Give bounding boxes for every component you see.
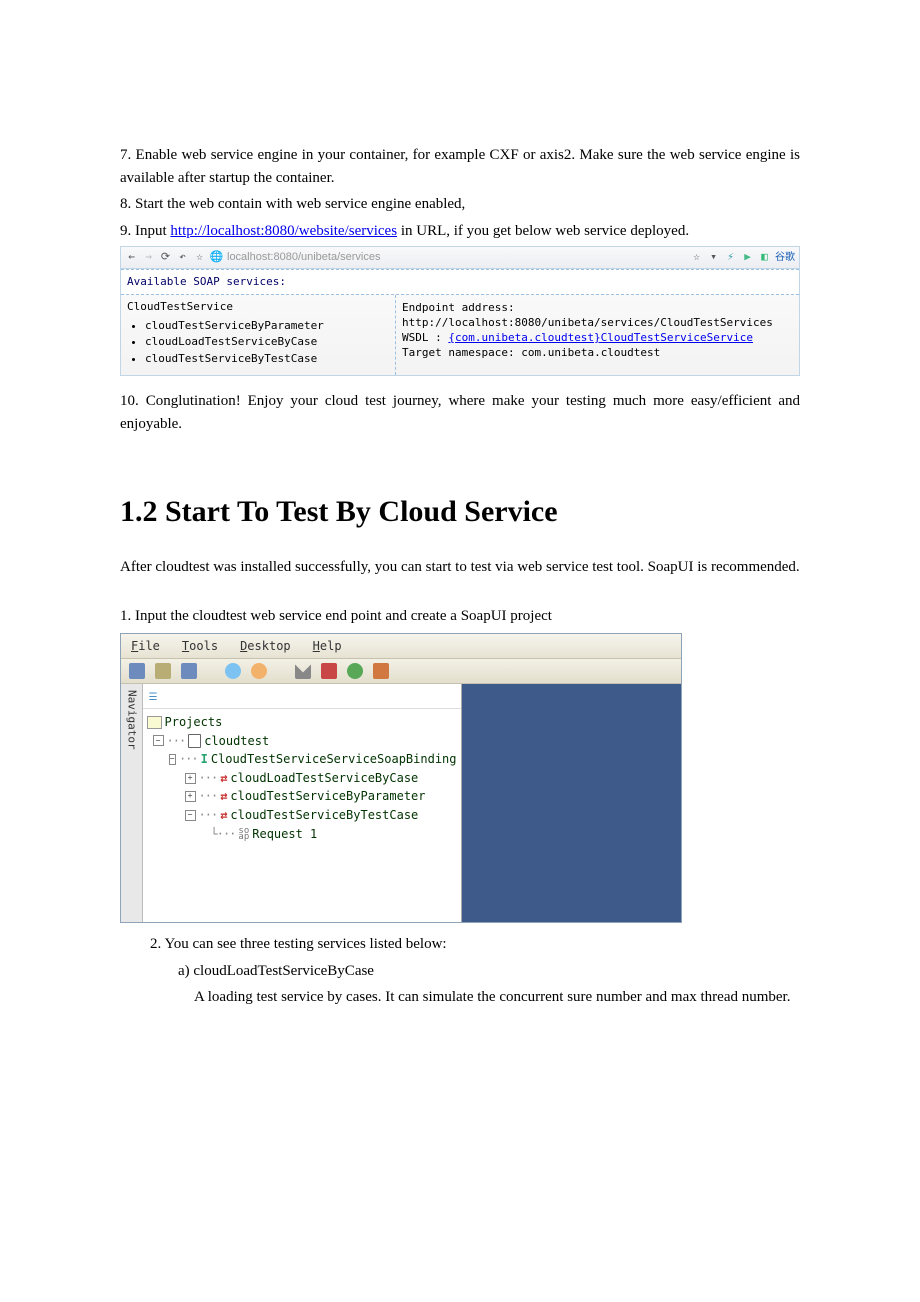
tns-line: Target namespace: com.unibeta.cloudtest [402,346,793,361]
back-icon[interactable]: ← [125,251,138,264]
step-10: 10. Conglutination! Enjoy your cloud tes… [120,390,800,435]
refresh-icon[interactable] [347,663,363,679]
services-url-link[interactable]: http://localhost:8080/website/services [170,223,397,239]
help-icon[interactable] [225,663,241,679]
operation-icon: ⇄ [220,787,227,806]
collapse-icon[interactable]: − [169,754,176,765]
wsdl-line: WSDL : {com.unibeta.cloudtest}CloudTestS… [402,331,793,346]
wsdl-link[interactable]: {com.unibeta.cloudtest}CloudTestServiceS… [448,331,753,344]
operation-icon: ⇄ [220,769,227,788]
tree-binding[interactable]: CloudTestServiceServiceSoapBinding [211,750,457,769]
extension-icon[interactable]: ◧ [758,251,771,264]
endpoint-line: Endpoint address: http://localhost:8080/… [402,301,793,331]
interface-icon: I [201,750,208,769]
navigator-tab[interactable]: Navigator [121,684,143,922]
bookmark-icon[interactable]: ☆ [690,251,703,264]
content-pane [462,684,682,922]
collapse-icon[interactable]: − [153,735,164,746]
projects-icon [147,716,162,729]
service-name: CloudTestService [127,299,387,316]
menu-tools[interactable]: Tools [182,637,218,655]
save-icon[interactable] [181,663,197,679]
substep-2a: a) cloudLoadTestServiceByCase [178,960,800,983]
tree-op[interactable]: cloudLoadTestServiceByCase [230,769,418,788]
browser-window: ← → ⟳ ↶ ☆ 🌐 localhost:8080/unibeta/servi… [120,246,800,376]
menu-file[interactable]: File [131,637,160,655]
soapui-window: File Tools Desktop Help Navigator ☰ [120,633,682,923]
project-tree: ☰ Projects − ··· cloudtest − [143,684,462,922]
substep-1: 1. Input the cloudtest web service end p… [120,605,800,628]
menu-desktop[interactable]: Desktop [240,637,291,655]
menu-help[interactable]: Help [313,637,342,655]
browser-address-bar: ← → ⟳ ↶ ☆ 🌐 localhost:8080/unibeta/servi… [121,247,799,269]
intro-paragraph: After cloudtest was installed successful… [120,556,800,579]
toolbar-icon[interactable] [155,663,171,679]
tree-op[interactable]: cloudTestServiceByParameter [230,787,425,806]
undo-icon[interactable]: ↶ [176,251,189,264]
globe-icon: 🌐 [210,251,223,264]
url-field[interactable]: localhost:8080/unibeta/services [227,249,381,266]
expand-icon[interactable]: + [185,791,196,802]
project-icon [188,734,201,748]
reload-icon[interactable]: ⟳ [159,251,172,264]
tree-op[interactable]: cloudTestServiceByTestCase [230,806,418,825]
play-icon[interactable]: ▶ [741,251,754,264]
menu-bar: File Tools Desktop Help [121,634,681,659]
puzzle-icon[interactable] [321,663,337,679]
star-icon[interactable]: ☆ [193,251,206,264]
substep-2a-desc: A loading test service by cases. It can … [194,986,800,1009]
request-icon: soap [238,828,249,841]
substep-2: 2. You can see three testing services li… [150,933,800,956]
tree-projects[interactable]: Projects [165,713,223,732]
action-icon[interactable]: ⚡ [724,251,737,264]
toolbar-icon[interactable] [129,663,145,679]
user-icon[interactable] [251,663,267,679]
expand-icon[interactable]: + [185,773,196,784]
exit-icon[interactable] [373,663,389,679]
step-8: 8. Start the web contain with web servic… [120,193,800,216]
collapse-icon[interactable]: − [185,810,196,821]
op-item: cloudTestServiceByParameter [145,318,387,335]
op-item: cloudLoadTestServiceByCase [145,334,387,351]
tree-project[interactable]: cloudtest [204,732,269,751]
operation-icon: ⇄ [220,806,227,825]
dropdown-icon[interactable]: ▾ [707,251,720,264]
op-item: cloudTestServiceByTestCase [145,351,387,368]
soap-header: Available SOAP services: [127,274,793,291]
list-icon[interactable]: ☰ [149,692,158,703]
tree-request[interactable]: Request 1 [252,825,317,844]
operations-list: cloudTestServiceByParameter cloudLoadTes… [145,318,387,368]
cut-icon[interactable] [295,663,311,679]
forward-icon[interactable]: → [142,251,155,264]
step-9: 9. Input http://localhost:8080/website/s… [120,220,800,243]
toolbar [121,659,681,684]
section-heading: 1.2 Start To Test By Cloud Service [120,489,800,534]
brand-label: 谷歌 [775,250,795,265]
step-7: 7. Enable web service engine in your con… [120,144,800,189]
